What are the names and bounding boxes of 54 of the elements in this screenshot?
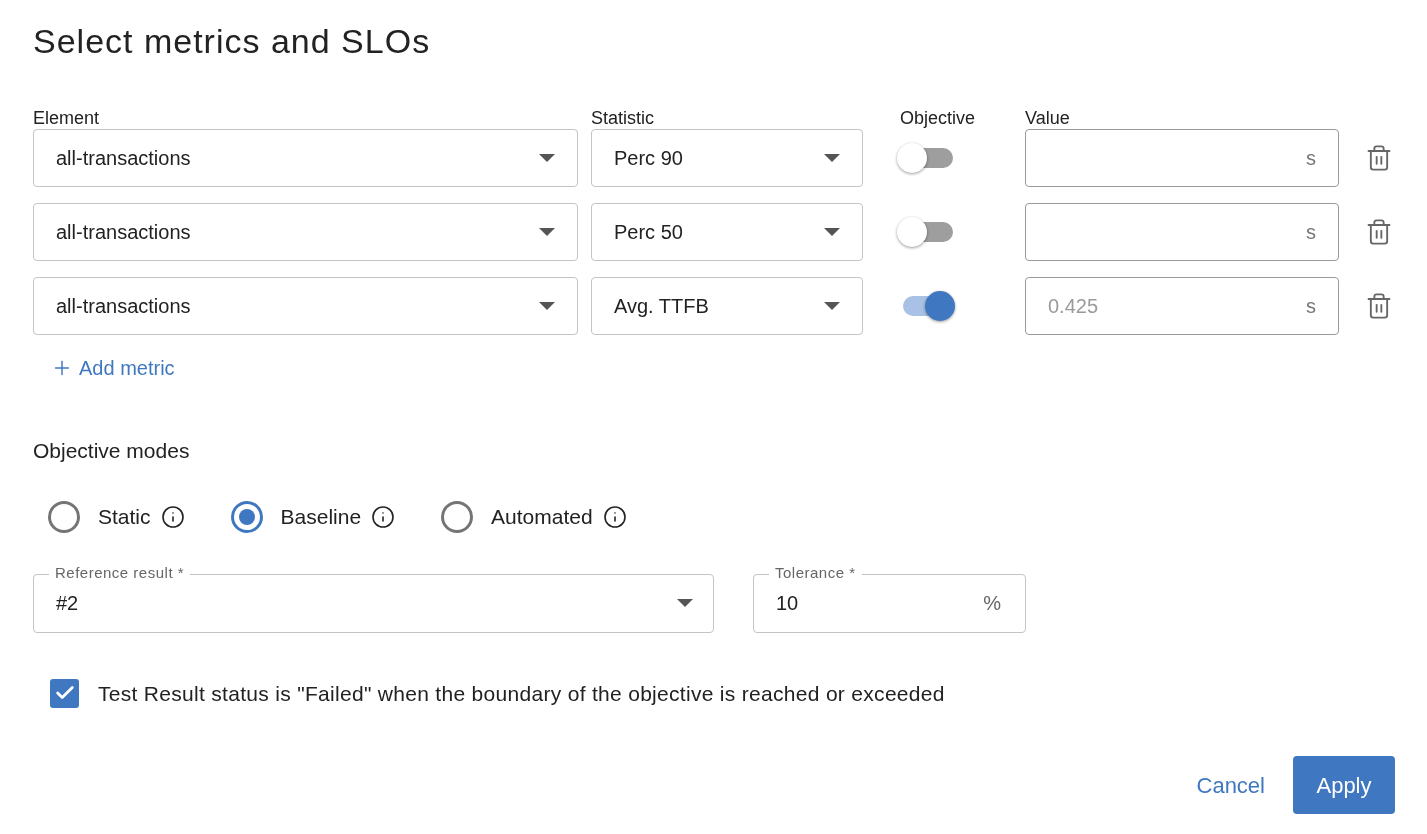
element-select[interactable]: all-transactions <box>33 129 578 187</box>
caret-icon <box>539 154 555 162</box>
select-value: Perc 50 <box>614 220 683 245</box>
radio-label: Automated <box>491 503 593 530</box>
info-icon <box>371 504 396 529</box>
unit-label: % <box>983 591 1001 616</box>
objective-toggle[interactable] <box>897 143 955 173</box>
objective-toggle[interactable] <box>897 217 955 247</box>
unit-label: s <box>1306 294 1316 319</box>
value-field[interactable]: s <box>1025 129 1339 187</box>
column-header: Objective <box>900 106 977 130</box>
value-field[interactable]: s <box>1025 203 1339 261</box>
select-value: all-transactions <box>56 220 191 245</box>
select-value: all-transactions <box>56 146 191 171</box>
element-select[interactable]: all-transactions <box>33 277 578 335</box>
caret-icon <box>824 228 840 236</box>
caret-icon <box>824 154 840 162</box>
column-header: Element <box>33 106 101 130</box>
radio-label: Static <box>98 503 151 530</box>
select-value: Perc 90 <box>614 146 683 171</box>
caret-icon <box>677 599 693 607</box>
unit-label: s <box>1306 220 1316 245</box>
checkbox[interactable] <box>50 678 79 708</box>
select-value: Avg. TTFB <box>614 294 709 319</box>
field-placeholder: 0.425 <box>1048 294 1099 319</box>
statistic-select[interactable]: Perc 50 <box>591 203 863 261</box>
apply-button[interactable]: Apply <box>1293 756 1395 814</box>
radio-label: Baseline <box>280 503 362 530</box>
caret-icon <box>824 302 840 310</box>
checkbox-label: Test Result status is "Failed" when the boundary of the objective is reached or exceeded <box>98 680 945 707</box>
trash-icon <box>1365 218 1393 246</box>
dialog-title: Select metrics and SLOs <box>33 21 432 62</box>
trash-icon <box>1365 292 1393 320</box>
info-icon <box>160 504 185 529</box>
radio-button[interactable] <box>230 500 263 533</box>
trash-icon <box>1365 144 1393 172</box>
field-value: 10 <box>776 591 799 616</box>
caret-icon <box>539 228 555 236</box>
unit-label: s <box>1306 146 1316 171</box>
section-label: Objective modes <box>33 438 191 464</box>
value-field[interactable]: 0.425 s <box>1025 277 1339 335</box>
info-icon <box>602 504 627 529</box>
select-value: #2 <box>56 591 79 616</box>
statistic-select[interactable]: Avg. TTFB <box>591 277 863 335</box>
column-header: Value <box>1025 106 1070 130</box>
statistic-select[interactable]: Perc 90 <box>591 129 863 187</box>
select-value: all-transactions <box>56 294 191 319</box>
cancel-button[interactable]: Cancel <box>1194 768 1267 802</box>
element-select[interactable]: all-transactions <box>33 203 578 261</box>
column-header: Statistic <box>591 106 656 130</box>
radio-button[interactable] <box>441 500 474 533</box>
caret-icon <box>539 302 555 310</box>
radio-button[interactable] <box>48 500 80 533</box>
add-metric-button[interactable]: Add metric <box>51 353 175 383</box>
